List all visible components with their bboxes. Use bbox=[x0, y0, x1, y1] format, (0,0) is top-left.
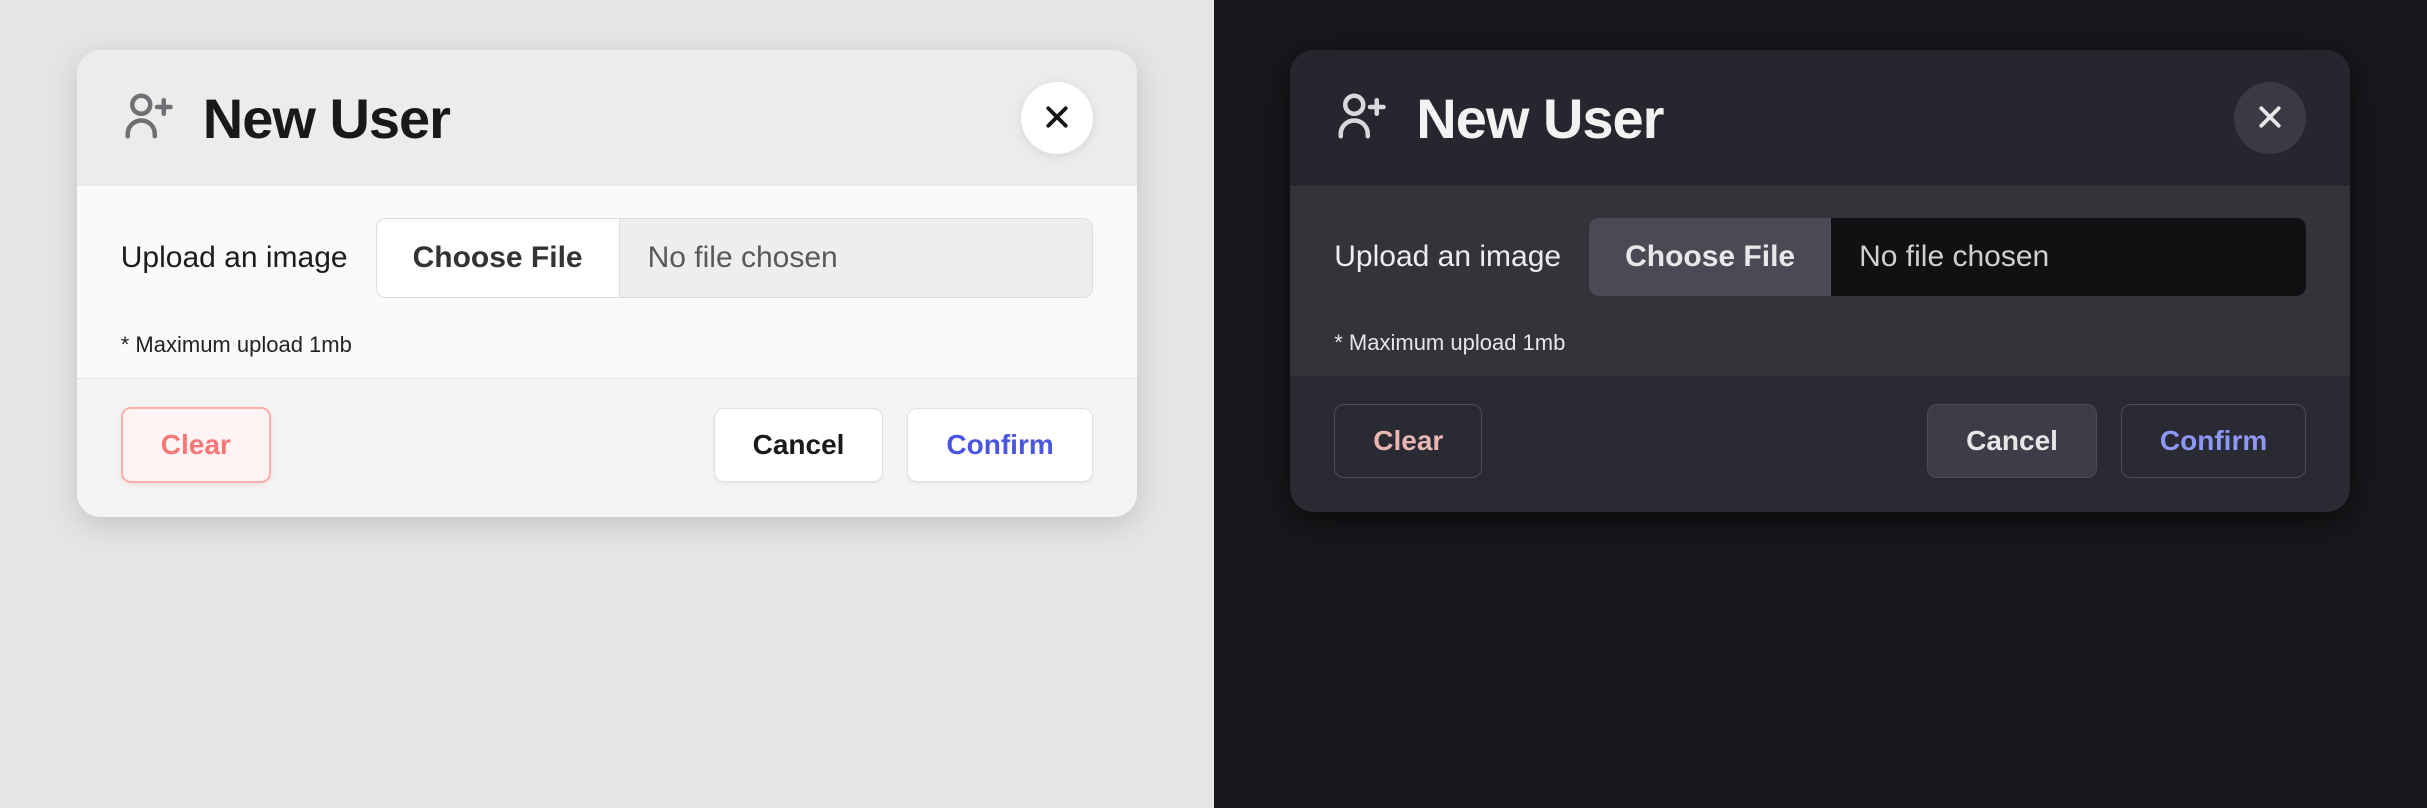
new-user-dialog: New User Upload an image Choose File No … bbox=[77, 50, 1137, 517]
file-status-text: No file chosen bbox=[1831, 218, 2306, 296]
footer-right-group: Cancel Confirm bbox=[714, 408, 1093, 482]
close-icon bbox=[1042, 102, 1072, 135]
header-left: New User bbox=[1334, 86, 1663, 151]
header-left: New User bbox=[121, 86, 450, 151]
upload-row: Upload an image Choose File No file chos… bbox=[121, 218, 1093, 298]
clear-button[interactable]: Clear bbox=[121, 407, 271, 483]
new-user-dialog: New User Upload an image Choose File No … bbox=[1290, 50, 2350, 512]
file-status-text: No file chosen bbox=[620, 219, 1092, 297]
dialog-title: New User bbox=[1416, 86, 1663, 151]
footer-right-group: Cancel Confirm bbox=[1927, 404, 2306, 478]
user-plus-icon bbox=[121, 89, 175, 148]
dark-theme-panel: New User Upload an image Choose File No … bbox=[1214, 0, 2427, 808]
dialog-body: Upload an image Choose File No file chos… bbox=[1290, 186, 2350, 376]
dialog-header: New User bbox=[1290, 50, 2350, 186]
clear-button[interactable]: Clear bbox=[1334, 404, 1482, 478]
confirm-button[interactable]: Confirm bbox=[907, 408, 1092, 482]
close-button[interactable] bbox=[1021, 82, 1093, 154]
upload-row: Upload an image Choose File No file chos… bbox=[1334, 218, 2306, 296]
confirm-button[interactable]: Confirm bbox=[2121, 404, 2306, 478]
dialog-header: New User bbox=[77, 50, 1137, 186]
upload-label: Upload an image bbox=[1334, 240, 1561, 274]
cancel-button[interactable]: Cancel bbox=[714, 408, 884, 482]
cancel-button[interactable]: Cancel bbox=[1927, 404, 2097, 478]
choose-file-button[interactable]: Choose File bbox=[377, 219, 620, 297]
dialog-footer: Clear Cancel Confirm bbox=[77, 378, 1137, 517]
user-plus-icon bbox=[1334, 89, 1388, 148]
light-theme-panel: New User Upload an image Choose File No … bbox=[0, 0, 1214, 808]
upload-hint: * Maximum upload 1mb bbox=[1334, 330, 2306, 356]
close-icon bbox=[2255, 102, 2285, 135]
file-input[interactable]: Choose File No file chosen bbox=[376, 218, 1093, 298]
upload-hint: * Maximum upload 1mb bbox=[121, 332, 1093, 358]
dialog-body: Upload an image Choose File No file chos… bbox=[77, 186, 1137, 378]
dialog-title: New User bbox=[203, 86, 450, 151]
file-input[interactable]: Choose File No file chosen bbox=[1589, 218, 2306, 296]
choose-file-button[interactable]: Choose File bbox=[1589, 218, 1831, 296]
close-button[interactable] bbox=[2234, 82, 2306, 154]
upload-label: Upload an image bbox=[121, 241, 348, 275]
dialog-footer: Clear Cancel Confirm bbox=[1290, 376, 2350, 512]
